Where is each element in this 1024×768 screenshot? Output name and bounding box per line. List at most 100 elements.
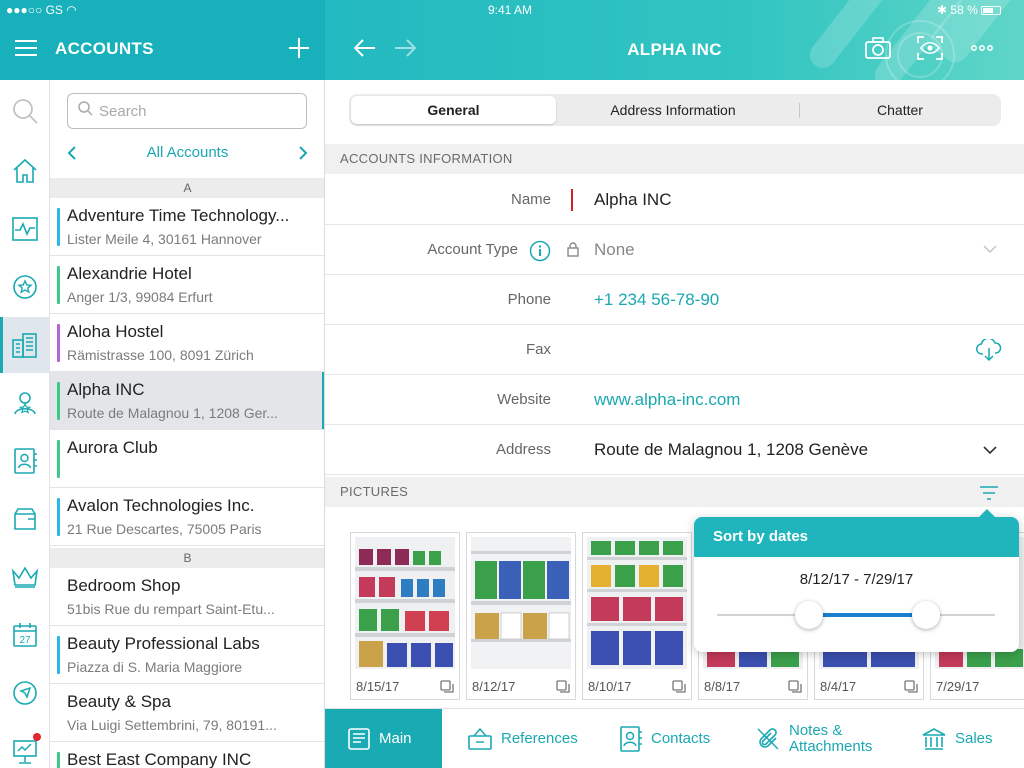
lock-icon (566, 241, 580, 257)
tab-sales[interactable]: Sales (921, 709, 1016, 768)
account-list-item[interactable]: Best East Company INC (50, 742, 324, 768)
scan-eye-icon[interactable] (916, 35, 944, 61)
contact-card-icon (619, 726, 643, 752)
add-account-button[interactable] (287, 36, 311, 60)
field-label: Website (497, 391, 551, 408)
home-icon[interactable] (0, 143, 50, 199)
filter-icon[interactable] (978, 483, 1000, 503)
account-list-item[interactable]: Bedroom Shop 51bis Rue du rempart Saint-… (50, 568, 324, 626)
section-accounts-information: ACCOUNTS INFORMATION (325, 144, 1024, 174)
list-filter-nav: All Accounts (50, 138, 324, 168)
tab-main[interactable]: Main (325, 709, 442, 768)
account-list-item[interactable]: Beauty Professional Labs Piazza di S. Ma… (50, 626, 324, 684)
account-name: Aloha Hostel (67, 322, 164, 341)
account-color-bar (57, 208, 60, 246)
tab-label: Sales (955, 730, 993, 747)
chevron-down-icon[interactable] (982, 444, 998, 456)
address-value[interactable]: Route de Malagnou 1, 1208 Genève (594, 425, 868, 475)
search-input[interactable] (99, 102, 299, 120)
info-icon[interactable] (529, 240, 551, 262)
picture-date: 7/29/17 (936, 679, 980, 694)
picture-thumbnail[interactable]: 8/15/17 (350, 532, 460, 700)
picture-date: 8/4/17 (820, 679, 857, 694)
account-type-value[interactable]: None (594, 225, 635, 275)
tab-chatter[interactable]: Chatter (801, 96, 999, 124)
account-name: Avalon Technologies Inc. (67, 496, 255, 515)
campaigns-icon[interactable] (0, 723, 50, 768)
account-color-bar (57, 382, 60, 420)
picture-thumbnail[interactable]: 8/12/17 (466, 532, 576, 700)
website-link[interactable]: www.alpha-inc.com (594, 375, 740, 425)
account-list-item-selected[interactable]: Alpha INC Route de Malagnou 1, 1208 Ger.… (50, 372, 324, 430)
account-list-item[interactable]: Avalon Technologies Inc. 21 Rue Descarte… (50, 488, 324, 546)
search-field[interactable] (67, 93, 307, 129)
bluetooth-icon: ✱ (937, 3, 948, 17)
date-range-label: 8/12/17 - 7/29/17 (799, 571, 914, 588)
shelf-photo (587, 537, 687, 669)
favorites-icon[interactable] (0, 259, 50, 315)
signal-dots-icon: ●●●○○ (6, 3, 43, 17)
tab-contacts[interactable]: Contacts (619, 709, 719, 768)
contacts-icon[interactable] (0, 433, 50, 489)
leads-icon[interactable] (0, 375, 50, 431)
accounts-icon[interactable] (0, 317, 50, 373)
chevron-right-icon[interactable] (292, 142, 314, 164)
account-list-item[interactable]: Adventure Time Technology... Lister Meil… (50, 198, 324, 256)
cloud-download-icon[interactable] (975, 338, 1003, 362)
camera-icon[interactable] (864, 36, 892, 60)
phone-link[interactable]: +1 234 56-78-90 (594, 275, 719, 325)
account-list-item[interactable]: Alexandrie Hotel Anger 1/3, 99084 Erfurt (50, 256, 324, 314)
account-color-bar (57, 266, 60, 304)
picture-date: 8/10/17 (588, 679, 632, 694)
section-header: A (50, 178, 324, 198)
picture-date: 8/15/17 (356, 679, 400, 694)
notification-badge (33, 733, 41, 741)
wifi-icon: ◠ (66, 3, 77, 17)
field-phone: Phone +1 234 56-78-90 (325, 275, 1024, 325)
account-color-bar (57, 498, 60, 536)
tab-address-information[interactable]: Address Information (559, 96, 787, 124)
account-color-bar (57, 440, 60, 478)
tab-notes-attachments[interactable]: Notes & Attachments (755, 709, 890, 768)
account-name: Best East Company INC (67, 750, 252, 768)
field-label: Fax (525, 341, 551, 358)
tab-references[interactable]: References (467, 709, 587, 768)
account-color-bar (57, 636, 60, 674)
tab-label: Main (379, 730, 412, 747)
detail-header: 9:41 AM ✱ 58 % ALPHA INC (325, 0, 1024, 80)
list-filter-label[interactable]: All Accounts (50, 144, 324, 161)
top-header: ●●●○○ GS ◠ ACCOUNTS 9:41 AM ✱ 58 % ALPHA (0, 0, 1024, 80)
navigate-icon[interactable] (0, 665, 50, 721)
account-name: Aurora Club (67, 438, 158, 457)
activity-icon[interactable] (0, 201, 50, 257)
shelf-photo (355, 537, 455, 669)
chevron-down-icon[interactable] (982, 243, 998, 255)
account-list-item[interactable]: Aloha Hostel Rämistrasse 100, 8091 Züric… (50, 314, 324, 372)
field-label: Account Type (427, 241, 518, 258)
slider-range-fill (808, 613, 926, 617)
account-list-item[interactable]: Aurora Club (50, 430, 324, 488)
sort-by-dates-popover: Sort by dates 8/12/17 - 7/29/17 (694, 509, 1019, 652)
bank-icon (921, 727, 947, 751)
calendar-icon[interactable]: 27 (0, 607, 50, 663)
menu-icon[interactable] (14, 36, 38, 60)
more-options-icon[interactable] (969, 38, 995, 58)
account-list-item[interactable]: Beauty & Spa Via Luigi Settembrini, 79, … (50, 684, 324, 742)
account-address: Lister Meile 4, 30161 Hannover (67, 231, 262, 247)
slider-start-handle[interactable] (794, 601, 823, 629)
chevron-left-icon[interactable] (61, 142, 83, 164)
tab-general[interactable]: General (351, 96, 556, 124)
slider-end-handle[interactable] (911, 601, 940, 629)
account-address: 51bis Rue du rempart Saint-Etu... (67, 601, 275, 617)
battery-icon (981, 6, 1002, 16)
picture-thumbnail[interactable]: 8/10/17 (582, 532, 692, 700)
search-icon[interactable] (0, 83, 50, 139)
name-value[interactable]: Alpha INC (594, 175, 671, 225)
shelf-photo (471, 537, 571, 669)
picture-date: 8/12/17 (472, 679, 516, 694)
account-address: Route de Malagnou 1, 1208 Ger... (67, 405, 278, 421)
cases-icon[interactable] (0, 491, 50, 547)
opportunities-icon[interactable] (0, 549, 50, 605)
account-color-bar (57, 324, 60, 362)
list-header: ●●●○○ GS ◠ ACCOUNTS (0, 0, 325, 80)
